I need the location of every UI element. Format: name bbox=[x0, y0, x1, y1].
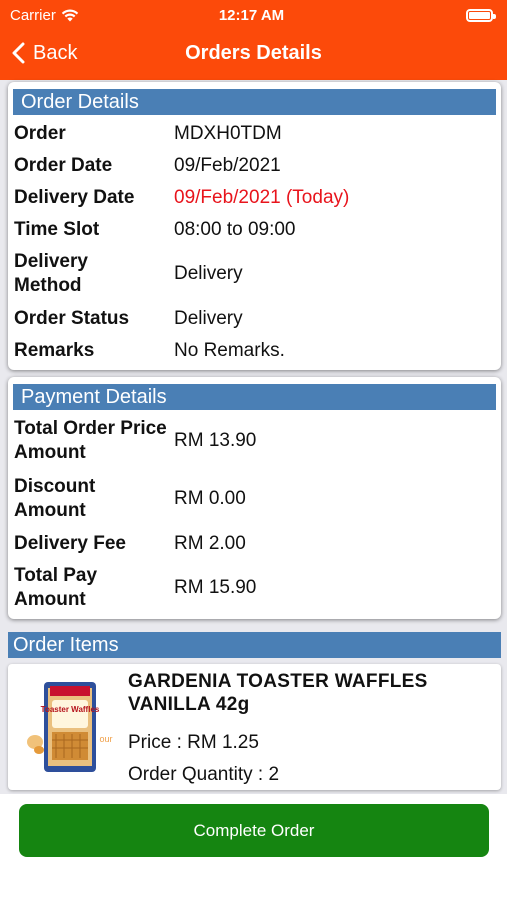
discount-row: Discount Amount RM 0.00 bbox=[14, 475, 495, 523]
item-name: GARDENIA TOASTER WAFFLES VANILLA 42g bbox=[128, 671, 428, 715]
order-status-value: Delivery bbox=[174, 308, 243, 329]
status-time: 12:17 AM bbox=[218, 6, 285, 24]
order-date-row: Order Date 09/Feb/2021 bbox=[14, 154, 495, 178]
discount-value: RM 0.00 bbox=[174, 488, 246, 509]
time-slot-row: Time Slot 08:00 to 09:00 bbox=[14, 218, 495, 242]
navigation-bar: Back Orders Details bbox=[0, 36, 507, 70]
order-status-row: Order Status Delivery bbox=[14, 307, 495, 331]
order-details-card: Order Details Order MDXH0TDM Order Date … bbox=[8, 82, 501, 370]
list-item[interactable]: Toaster Waffles our GARDENIA TOASTER WAF… bbox=[8, 664, 501, 790]
order-row: Order MDXH0TDM bbox=[14, 122, 495, 146]
back-label: Back bbox=[33, 41, 78, 64]
item-quantity: Order Quantity : 2 bbox=[128, 764, 280, 785]
chevron-left-icon bbox=[12, 42, 25, 64]
product-image: Toaster Waffles our bbox=[27, 682, 113, 772]
product-image-text: Toaster Waffles bbox=[41, 705, 100, 714]
order-status-label: Order Status bbox=[14, 308, 130, 329]
order-label: Order bbox=[14, 123, 66, 144]
total-order-price-row: Total Order Price Amount RM 13.90 bbox=[14, 417, 495, 465]
delivery-fee-value: RM 2.00 bbox=[174, 533, 246, 554]
discount-label: Discount Amount bbox=[14, 476, 96, 521]
payment-details-header: Payment Details bbox=[13, 384, 496, 410]
complete-order-button[interactable]: Complete Order bbox=[19, 804, 489, 857]
delivery-fee-row: Delivery Fee RM 2.00 bbox=[14, 532, 495, 556]
order-value: MDXH0TDM bbox=[174, 123, 282, 144]
back-button[interactable]: Back bbox=[12, 42, 77, 65]
svg-text:our: our bbox=[99, 734, 112, 744]
total-pay-row: Total Pay Amount RM 15.90 bbox=[14, 564, 495, 612]
app-header: Carrier 12:17 AM Back Orders Details bbox=[0, 0, 507, 80]
total-order-price-label: Total Order Price Amount bbox=[14, 418, 167, 463]
delivery-date-label: Delivery Date bbox=[14, 187, 135, 208]
delivery-method-value: Delivery bbox=[174, 263, 243, 284]
delivery-date-row: Delivery Date 09/Feb/2021 (Today) bbox=[14, 186, 495, 210]
delivery-fee-label: Delivery Fee bbox=[14, 533, 126, 554]
delivery-method-row: Delivery Method Delivery bbox=[14, 250, 495, 298]
total-pay-label: Total Pay Amount bbox=[14, 565, 98, 610]
time-slot-label: Time Slot bbox=[14, 219, 100, 240]
payment-details-card: Payment Details Total Order Price Amount… bbox=[8, 377, 501, 619]
order-date-label: Order Date bbox=[14, 155, 113, 176]
remarks-row: Remarks No Remarks. bbox=[14, 339, 495, 363]
delivery-date-value: 09/Feb/2021 (Today) bbox=[174, 187, 350, 208]
order-date-value: 09/Feb/2021 bbox=[174, 155, 281, 176]
bottom-action-bar: Complete Order bbox=[0, 794, 507, 900]
order-details-header: Order Details bbox=[13, 89, 496, 115]
battery-icon bbox=[466, 8, 496, 22]
total-pay-value: RM 15.90 bbox=[174, 577, 257, 598]
delivery-method-label: Delivery Method bbox=[14, 251, 88, 296]
order-items-header: Order Items bbox=[8, 632, 501, 658]
time-slot-value: 08:00 to 09:00 bbox=[174, 219, 296, 240]
status-bar: Carrier 12:17 AM bbox=[10, 4, 496, 26]
remarks-label: Remarks bbox=[14, 340, 95, 361]
item-price: Price : RM 1.25 bbox=[128, 732, 259, 753]
remarks-value: No Remarks. bbox=[174, 340, 285, 361]
total-order-price-value: RM 13.90 bbox=[174, 430, 257, 451]
